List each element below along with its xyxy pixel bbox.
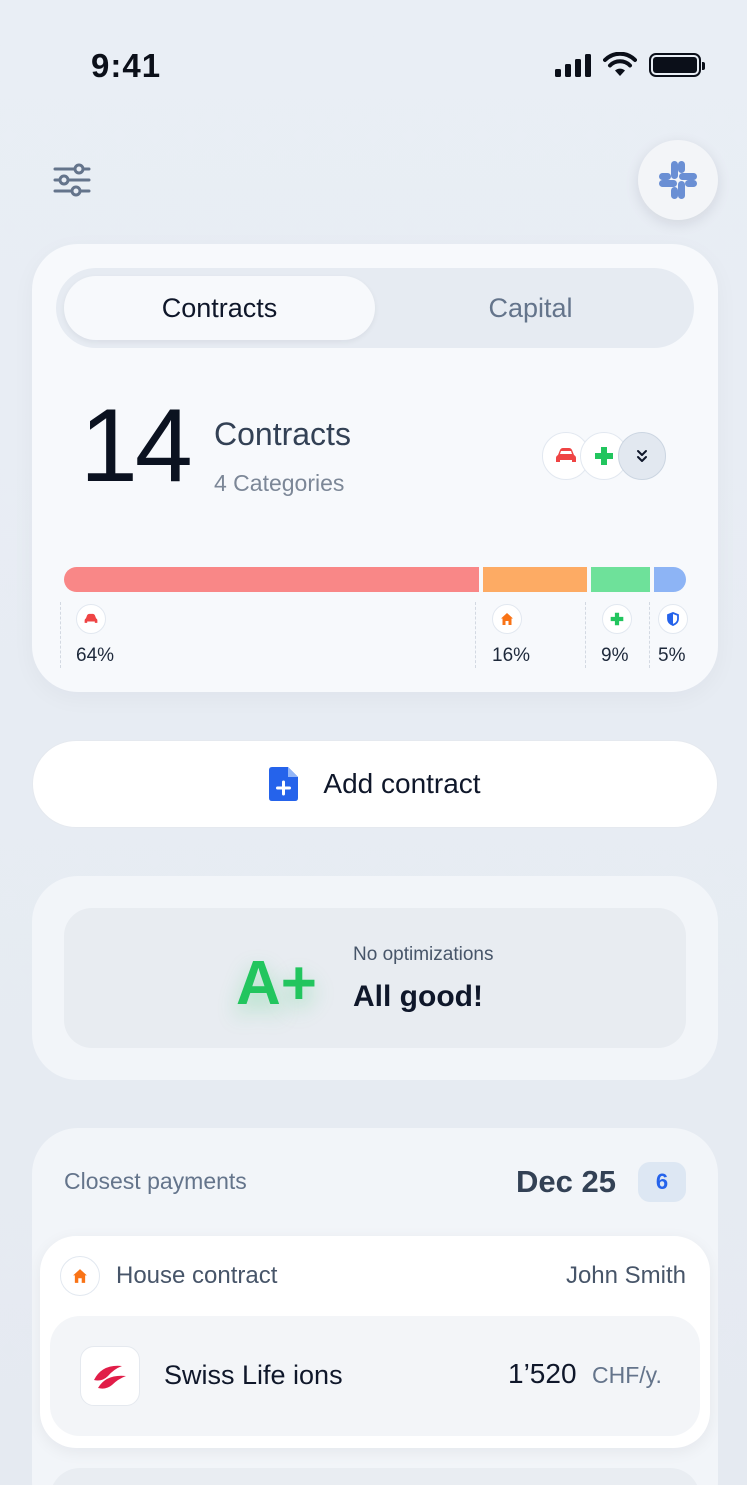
payments-count-badge: 6	[638, 1162, 686, 1202]
profile-avatar[interactable]	[638, 140, 718, 220]
percent-health: 9%	[601, 645, 629, 666]
contracts-count: 14	[80, 388, 193, 504]
rating-subtitle: No optimizations	[353, 944, 494, 965]
battery-icon	[649, 53, 705, 77]
optimization-card: A+ No optimizations All good!	[32, 876, 718, 1080]
marker-line	[60, 602, 61, 668]
contract-owner: John Smith	[565, 1262, 686, 1289]
optimization-panel[interactable]: A+ No optimizations All good!	[64, 908, 686, 1048]
contracts-summary-card: Contracts Capital 14 Contracts 4 Categor…	[32, 244, 718, 692]
rating-title: All good!	[353, 980, 483, 1013]
marker-line	[585, 602, 586, 668]
add-contract-button[interactable]: Add contract	[32, 740, 718, 828]
payments-title: Closest payments	[64, 1168, 247, 1194]
marker-line	[649, 602, 650, 668]
tab-capital[interactable]: Capital	[375, 276, 686, 340]
segmented-control: Contracts Capital	[56, 268, 694, 348]
distribution-bar	[64, 567, 686, 592]
status-icons	[555, 52, 705, 78]
contracts-label: Contracts	[214, 416, 351, 452]
contract-group: House contract John Smith Swiss Life ion…	[40, 1236, 710, 1448]
home-icon	[60, 1256, 100, 1296]
sliders-icon	[53, 163, 91, 197]
filter-button[interactable]	[52, 160, 92, 200]
payment-unit: CHF/y.	[592, 1362, 662, 1388]
provider-name: Swiss Life ions	[164, 1360, 343, 1390]
wifi-icon	[603, 52, 637, 76]
chevron-double-down-icon[interactable]	[618, 432, 666, 480]
closest-payments-card: Closest payments Dec 25 6 House contract…	[32, 1128, 718, 1485]
percent-car: 64%	[76, 645, 115, 666]
signal-icon	[555, 53, 591, 77]
bar-segment-car	[64, 567, 480, 592]
car-icon	[76, 604, 106, 634]
contract-row[interactable]: Swiss Life ions 1’520 CHF/y.	[50, 1316, 700, 1436]
file-plus-icon	[269, 767, 299, 801]
rating-grade: A+	[236, 949, 317, 1018]
shield-icon	[658, 604, 688, 634]
status-time: 9:41	[91, 47, 162, 84]
category-icons[interactable]	[542, 432, 672, 480]
contract-row[interactable]	[50, 1468, 700, 1485]
percent-home: 16%	[492, 645, 531, 666]
percent-shield: 5%	[658, 645, 686, 666]
bar-segment-shield	[653, 567, 686, 592]
marker-line	[475, 602, 476, 668]
tab-contracts[interactable]: Contracts	[64, 276, 375, 340]
add-contract-label: Add contract	[323, 768, 481, 799]
home-icon	[492, 604, 522, 634]
swiss-life-logo	[80, 1346, 140, 1406]
bar-segment-home	[483, 567, 588, 592]
bar-segment-health	[591, 567, 650, 592]
contract-type: House contract	[116, 1262, 278, 1289]
categories-count: 4 Categories	[214, 470, 345, 496]
payment-date: Dec 25	[516, 1164, 616, 1199]
payment-amount: 1’520	[508, 1358, 577, 1389]
slack-icon	[659, 161, 697, 199]
health-cross-icon	[602, 604, 632, 634]
